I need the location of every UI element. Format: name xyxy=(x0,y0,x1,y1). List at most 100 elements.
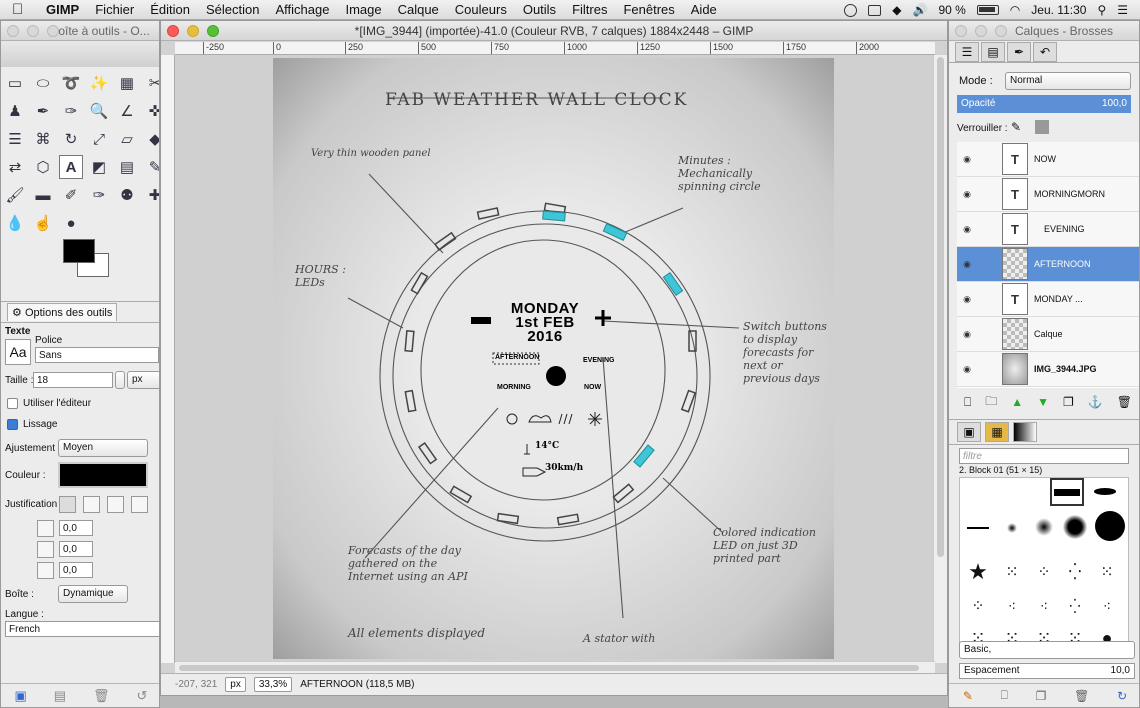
brush-item[interactable] xyxy=(998,518,1026,538)
zoom-button[interactable] xyxy=(995,25,1007,37)
save-options-icon[interactable]: ▣ xyxy=(14,688,26,704)
indent-input[interactable]: 0,0 xyxy=(59,520,93,536)
visibility-icon[interactable]: ◉ xyxy=(957,189,977,200)
justify-left-button[interactable] xyxy=(59,496,76,513)
search-icon[interactable]: ⚲ xyxy=(1097,3,1106,17)
sync-icon[interactable] xyxy=(844,3,858,17)
layer-row[interactable]: ◉ IMG_3944.JPG xyxy=(957,352,1139,387)
color-select-icon[interactable]: ▦ xyxy=(115,71,139,95)
layer-row[interactable]: ◉ T EVENING xyxy=(957,212,1139,247)
align-icon[interactable]: ☰ xyxy=(3,127,27,151)
justify-right-button[interactable] xyxy=(83,496,100,513)
visibility-icon[interactable]: ◉ xyxy=(957,224,977,235)
zoom-icon[interactable]: 🔍 xyxy=(87,99,111,123)
menu-gimp[interactable]: GIMP xyxy=(38,2,87,17)
language-input[interactable]: French xyxy=(5,621,159,637)
layer-row[interactable]: ◉ T MONDAY ... xyxy=(957,282,1139,317)
brush-item[interactable]: ⁛ xyxy=(1060,592,1090,620)
patterns-tab-icon[interactable]: ▦ xyxy=(985,422,1009,442)
size-unit-select[interactable]: px xyxy=(127,371,159,389)
eraser-icon[interactable]: ▬ xyxy=(31,183,55,207)
hinting-select[interactable]: Moyen xyxy=(58,439,148,457)
lock-pixels-icon[interactable]: ✎ xyxy=(1011,120,1021,134)
lower-layer-icon[interactable]: ▼ xyxy=(1037,395,1049,409)
brush-block-selected[interactable] xyxy=(1050,478,1084,506)
vertical-scrollbar[interactable] xyxy=(933,55,947,663)
font-preview-icon[interactable]: Aa xyxy=(5,339,31,365)
zoom-button[interactable] xyxy=(47,25,59,37)
image-canvas[interactable]: MONDAY 1st FEB 2016 AFTERNOON EVENING MO… xyxy=(175,55,935,663)
restore-options-icon[interactable]: ▤ xyxy=(54,688,66,704)
vertical-ruler[interactable] xyxy=(161,55,175,663)
vertical-scroll-thumb[interactable] xyxy=(937,57,944,557)
wifi-icon[interactable]: ◠ xyxy=(1010,3,1020,17)
justify-center-button[interactable] xyxy=(107,496,124,513)
gradients-tab-icon[interactable] xyxy=(1013,422,1037,442)
brush-item[interactable]: ⁘ xyxy=(964,592,992,620)
new-layer-icon[interactable]: ⎕ xyxy=(964,395,971,410)
brush-item[interactable] xyxy=(1090,484,1120,498)
paintbrush-icon[interactable]: 🖌 xyxy=(3,183,27,207)
brush-item[interactable] xyxy=(1030,514,1058,540)
lock-alpha-icon[interactable] xyxy=(1035,120,1049,134)
horizontal-ruler[interactable]: -250 0 250 500 750 1000 1250 1500 1750 2… xyxy=(175,42,935,55)
menu-fichier[interactable]: Fichier xyxy=(87,2,142,17)
foreground-color-swatch[interactable] xyxy=(63,239,95,263)
ink-icon[interactable]: ✑ xyxy=(87,183,111,207)
menu-edition[interactable]: Édition xyxy=(142,2,198,17)
box-select[interactable]: Dynamique xyxy=(58,585,128,603)
fuzzy-select-icon[interactable]: ✨ xyxy=(87,71,111,95)
scissors-icon[interactable]: ✂ xyxy=(143,71,159,95)
rect-select-icon[interactable]: ▭ xyxy=(3,71,27,95)
new-group-icon[interactable]: 🗀 xyxy=(985,392,997,413)
delete-brush-icon[interactable]: 🗑 xyxy=(1074,689,1089,703)
menu-outils[interactable]: Outils xyxy=(515,2,564,17)
menu-affichage[interactable]: Affichage xyxy=(267,2,337,17)
spacing-slider[interactable]: Espacement 10,0 xyxy=(959,663,1135,679)
reset-options-icon[interactable]: ↺ xyxy=(137,688,148,704)
brush-item[interactable] xyxy=(1060,512,1090,542)
ellipse-select-icon[interactable]: ⬭ xyxy=(31,71,55,95)
tool-options-tab[interactable]: ⚙ Options des outils xyxy=(7,303,118,321)
raise-layer-icon[interactable]: ▲ xyxy=(1011,395,1023,409)
new-brush-icon[interactable]: ⎕ xyxy=(1001,688,1008,703)
move-icon[interactable]: ✜ xyxy=(143,99,159,123)
battery-icon[interactable] xyxy=(976,5,999,15)
edit-brush-icon[interactable]: ✎ xyxy=(963,689,973,703)
layer-row[interactable]: ◉ Calque xyxy=(957,317,1139,352)
pencil-icon[interactable]: ✎ xyxy=(143,155,159,179)
brushes-tab-icon[interactable]: ▣ xyxy=(957,422,981,442)
paths-tab-icon[interactable]: ✒ xyxy=(1007,41,1031,62)
delete-layer-icon[interactable]: 🗑 xyxy=(1117,395,1132,409)
font-input[interactable]: Sans xyxy=(35,347,159,363)
horizontal-scroll-thumb[interactable] xyxy=(179,665,919,671)
minimize-button[interactable] xyxy=(975,25,987,37)
free-select-icon[interactable]: ➰ xyxy=(59,71,83,95)
close-button[interactable] xyxy=(955,25,967,37)
blur-icon[interactable]: 💧 xyxy=(3,211,27,235)
crop-icon[interactable]: ⌘ xyxy=(31,127,55,151)
color-picker-icon[interactable]: ✑ xyxy=(59,99,83,123)
brush-filter-input[interactable]: filtre xyxy=(959,448,1129,464)
airplay-icon[interactable] xyxy=(868,4,882,16)
brush-item[interactable]: ⁖ xyxy=(1030,592,1058,620)
dodge-burn-icon[interactable]: ● xyxy=(59,211,83,235)
anchor-layer-icon[interactable]: ⚓ xyxy=(1088,395,1103,409)
size-input[interactable]: 18 xyxy=(33,372,113,388)
brush-item[interactable]: ⁙ xyxy=(998,558,1026,586)
airbrush-icon[interactable]: ✐ xyxy=(59,183,83,207)
layer-row[interactable]: ◉ T MORNINGMORN xyxy=(957,177,1139,212)
brush-set-select[interactable]: Basic, xyxy=(959,641,1135,659)
brush-item[interactable]: ⁛ xyxy=(1060,558,1090,586)
menu-calque[interactable]: Calque xyxy=(390,2,447,17)
use-editor-checkbox[interactable] xyxy=(7,398,18,409)
perspective-icon[interactable]: ◆ xyxy=(143,127,159,151)
visibility-icon[interactable]: ◉ xyxy=(957,294,977,305)
menu-image[interactable]: Image xyxy=(337,2,389,17)
zoom-select[interactable]: 33,3% xyxy=(253,677,293,692)
rotate-icon[interactable]: ↻ xyxy=(59,127,83,151)
antialias-row[interactable]: Lissage xyxy=(7,419,57,430)
menu-aide[interactable]: Aide xyxy=(683,2,725,17)
foreground-select-icon[interactable]: ♟ xyxy=(3,99,27,123)
unit-select[interactable]: px xyxy=(225,677,246,692)
